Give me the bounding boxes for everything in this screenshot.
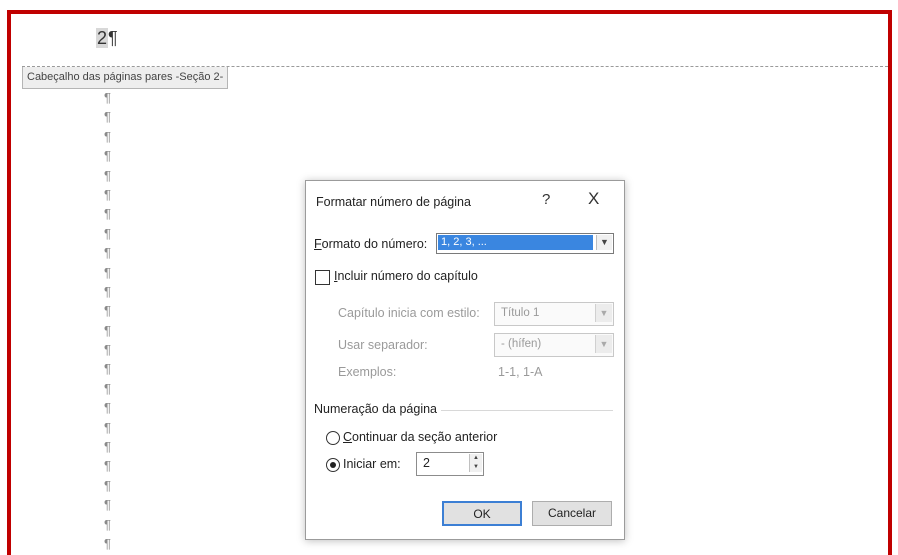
paragraph-mark: ¶ — [104, 361, 111, 377]
paragraph-mark: ¶ — [104, 419, 111, 435]
continue-label-rest: ontinuar da seção anterior — [352, 430, 498, 444]
chapter-style-value: Título 1 — [501, 307, 540, 319]
paragraph-mark: ¶ — [104, 264, 111, 280]
separator-label: Usar separador: — [338, 338, 428, 352]
chevron-down-icon: ▼ — [595, 304, 612, 322]
format-page-number-dialog: Formatar número de página ? X Formato do… — [305, 180, 625, 540]
ok-button[interactable]: OK — [442, 501, 522, 526]
group-divider — [441, 410, 613, 411]
paragraph-mark: ¶ — [104, 497, 111, 513]
start-at-label[interactable]: Iniciar em: — [343, 457, 401, 471]
examples-value: 1-1, 1-A — [498, 365, 543, 379]
paragraph-mark: ¶ — [104, 458, 111, 474]
number-format-select[interactable]: 1, 2, 3, ... ▼ — [436, 233, 614, 254]
caret-down-icon[interactable]: ▼ — [470, 463, 482, 472]
paragraph-mark: ¶ — [104, 90, 111, 105]
chapter-style-select: Título 1 ▼ — [494, 302, 614, 326]
paragraph-mark: ¶ — [104, 516, 111, 532]
include-chapter-checkbox[interactable] — [315, 270, 330, 285]
paragraph-mark: ¶ — [104, 380, 111, 396]
separator-select: - (hífen) ▼ — [494, 333, 614, 357]
start-at-value[interactable]: 2 — [423, 456, 430, 470]
chevron-down-icon[interactable]: ▼ — [596, 235, 612, 250]
help-button[interactable]: ? — [542, 191, 550, 208]
continue-label[interactable]: Continuar da seção anterior — [343, 430, 497, 444]
chapter-style-label: Capítulo inicia com estilo: — [338, 306, 480, 320]
number-format-value: 1, 2, 3, ... — [438, 235, 593, 250]
paragraph-mark: ¶ — [104, 128, 111, 144]
paragraph-mark: ¶ — [104, 109, 111, 125]
include-chapter-label-rest: ncluir número do capítulo — [337, 269, 478, 283]
paragraph-mark: ¶ — [104, 400, 111, 416]
caret-up-icon[interactable]: ▲ — [470, 454, 482, 463]
paragraph-mark: ¶ — [104, 322, 111, 338]
number-format-label: Formato do número: — [314, 237, 428, 251]
close-button[interactable]: X — [588, 189, 599, 209]
examples-label: Exemplos: — [338, 365, 397, 379]
paragraph-mark: ¶ — [104, 186, 111, 202]
header-tag: Cabeçalho das páginas pares -Seção 2- — [22, 67, 229, 89]
paragraph-mark: ¶ — [108, 28, 118, 48]
include-chapter-label[interactable]: Incluir número do capítulo — [334, 269, 478, 283]
paragraph-mark: ¶ — [104, 439, 111, 455]
paragraph-mark: ¶ — [104, 535, 111, 551]
paragraph-mark: ¶ — [104, 283, 111, 299]
start-at-spinner[interactable]: 2 ▲ ▼ — [416, 452, 484, 476]
cancel-button[interactable]: Cancelar — [532, 501, 612, 526]
paragraph-mark: ¶ — [104, 342, 111, 358]
page-numbering-group-label: Numeração da página — [314, 402, 437, 416]
page-number-field[interactable]: 2¶ — [96, 28, 118, 49]
start-at-radio[interactable] — [326, 458, 340, 472]
paragraph-mark: ¶ — [104, 225, 111, 241]
separator-value: - (hífen) — [501, 338, 542, 350]
paragraph-mark: ¶ — [104, 148, 111, 164]
paragraph-marks: ¶ ¶ ¶ ¶ ¶ ¶ ¶ ¶ ¶ ¶ ¶ ¶ ¶ ¶ ¶ ¶ ¶ ¶ ¶ ¶ ¶ ¶ ¶ ¶ — [104, 88, 111, 553]
chevron-down-icon: ▼ — [595, 335, 612, 353]
spinner-buttons[interactable]: ▲ ▼ — [469, 454, 482, 472]
page-number[interactable]: 2 — [96, 28, 109, 48]
number-format-label-rest: ormato do número: — [321, 237, 428, 251]
paragraph-mark: ¶ — [104, 303, 111, 319]
dialog-title: Formatar número de página — [316, 195, 471, 209]
paragraph-mark: ¶ — [104, 167, 111, 183]
paragraph-mark: ¶ — [104, 245, 111, 261]
paragraph-mark: ¶ — [104, 477, 111, 493]
continue-radio[interactable] — [326, 431, 340, 445]
paragraph-mark: ¶ — [104, 206, 111, 222]
